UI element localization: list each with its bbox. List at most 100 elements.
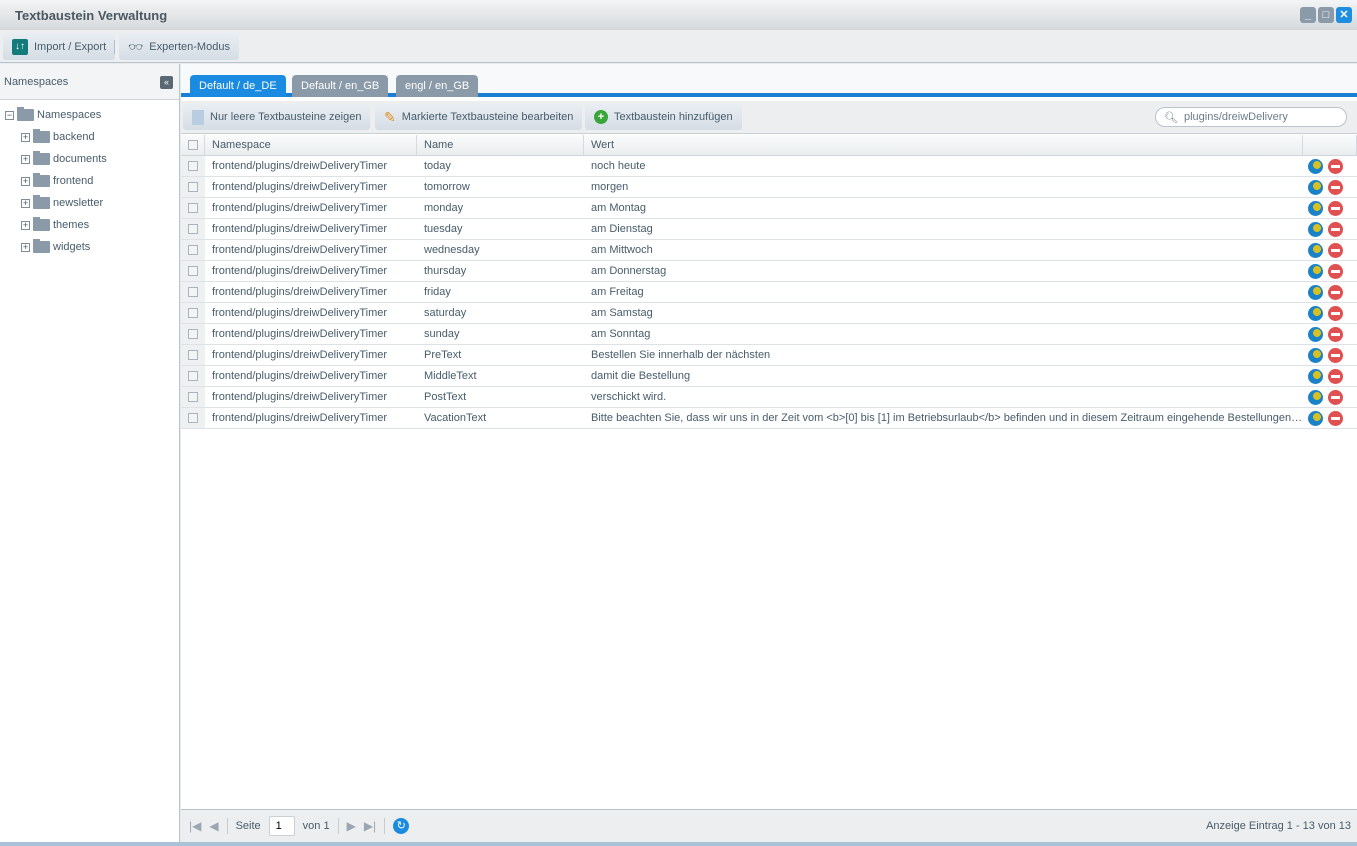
row-checkbox[interactable]	[181, 408, 205, 428]
edit-marked-button[interactable]: ✎ Markierte Textbausteine bearbeiten	[375, 104, 583, 130]
globe-icon[interactable]	[1308, 326, 1323, 342]
delete-icon[interactable]	[1328, 221, 1343, 237]
cell-name: wednesday	[424, 244, 480, 256]
cell-wert: morgen	[591, 181, 629, 193]
row-checkbox[interactable]	[181, 240, 205, 260]
row-checkbox[interactable]	[181, 282, 205, 302]
select-all-checkbox[interactable]	[181, 135, 205, 155]
tree-item-widgets[interactable]: + widgets	[21, 238, 90, 256]
delete-icon[interactable]	[1328, 368, 1343, 384]
tree-item-themes[interactable]: + themes	[21, 216, 89, 234]
delete-icon[interactable]	[1328, 305, 1343, 321]
tree-item-label: backend	[53, 131, 95, 143]
tree-item-newsletter[interactable]: + newsletter	[21, 194, 103, 212]
globe-icon[interactable]	[1308, 242, 1323, 258]
folder-icon	[33, 217, 50, 231]
table-row[interactable]: frontend/plugins/dreiwDeliveryTimer satur…	[181, 303, 1357, 324]
table-row[interactable]: frontend/plugins/dreiwDeliveryTimer PostT…	[181, 387, 1357, 408]
delete-icon[interactable]	[1328, 179, 1343, 195]
globe-icon[interactable]	[1308, 179, 1323, 195]
plus-icon[interactable]: +	[21, 154, 30, 164]
delete-icon[interactable]	[1328, 158, 1343, 174]
row-checkbox[interactable]	[181, 261, 205, 281]
row-checkbox[interactable]	[181, 198, 205, 218]
grid-toolbar: Nur leere Textbausteine zeigen ✎ Markier…	[181, 101, 1357, 134]
row-checkbox[interactable]	[181, 366, 205, 386]
globe-icon[interactable]	[1308, 200, 1323, 216]
delete-icon[interactable]	[1328, 284, 1343, 300]
table-row[interactable]: frontend/plugins/dreiwDeliveryTimer sunda…	[181, 324, 1357, 345]
refresh-icon[interactable]: ↻	[393, 818, 410, 834]
plus-icon[interactable]: +	[21, 220, 30, 230]
tab-default-de-de[interactable]: Default / de_DE	[190, 75, 286, 97]
table-row[interactable]: frontend/plugins/dreiwDeliveryTimer frida…	[181, 282, 1357, 303]
next-page-icon[interactable]: ▶	[347, 819, 356, 833]
globe-icon[interactable]	[1308, 221, 1323, 237]
row-checkbox[interactable]	[181, 324, 205, 344]
row-checkbox[interactable]	[181, 219, 205, 239]
delete-icon[interactable]	[1328, 200, 1343, 216]
globe-icon[interactable]	[1308, 305, 1323, 321]
prev-page-icon[interactable]: ◀	[209, 819, 218, 833]
globe-icon[interactable]	[1308, 347, 1323, 363]
tab-default-en-gb[interactable]: Default / en_GB	[292, 75, 389, 97]
add-textbaustein-button[interactable]: + Textbaustein hinzufügen	[585, 104, 742, 130]
tree-item-frontend[interactable]: + frontend	[21, 172, 93, 190]
plus-icon[interactable]: +	[21, 176, 30, 186]
close-icon[interactable]: ✕	[1336, 7, 1352, 23]
globe-icon[interactable]	[1308, 263, 1323, 279]
table-row[interactable]: frontend/plugins/dreiwDeliveryTimer Middl…	[181, 366, 1357, 387]
cell-namespace: frontend/plugins/dreiwDeliveryTimer	[212, 286, 388, 298]
tree-item-backend[interactable]: + backend	[21, 128, 95, 146]
globe-icon[interactable]	[1308, 368, 1323, 384]
tree-item-documents[interactable]: + documents	[21, 150, 107, 168]
empty-only-button[interactable]: Nur leere Textbausteine zeigen	[183, 104, 371, 130]
row-checkbox[interactable]	[181, 345, 205, 365]
main-toolbar: ↓↑ Import / Export 👓︎ Experten-Modus	[0, 30, 1357, 63]
delete-icon[interactable]	[1328, 347, 1343, 363]
column-namespace[interactable]: Namespace	[205, 135, 417, 155]
expert-mode-button[interactable]: 👓︎ Experten-Modus	[119, 33, 239, 60]
import-export-button[interactable]: ↓↑ Import / Export	[3, 33, 116, 60]
delete-icon[interactable]	[1328, 410, 1343, 426]
table-row[interactable]: frontend/plugins/dreiwDeliveryTimer thurs…	[181, 261, 1357, 282]
plus-icon[interactable]: +	[21, 242, 30, 252]
row-checkbox[interactable]	[181, 387, 205, 407]
table-row[interactable]: frontend/plugins/dreiwDeliveryTimer PreTe…	[181, 345, 1357, 366]
namespace-sidebar: Namespaces « − Namespaces + backend + docum…	[0, 64, 180, 842]
column-wert[interactable]: Wert	[584, 135, 1303, 155]
row-checkbox[interactable]	[181, 177, 205, 197]
delete-icon[interactable]	[1328, 242, 1343, 258]
row-checkbox[interactable]	[181, 156, 205, 176]
table-row[interactable]: frontend/plugins/dreiwDeliveryTimer tuesd…	[181, 219, 1357, 240]
globe-icon[interactable]	[1308, 158, 1323, 174]
page-input[interactable]	[268, 816, 295, 836]
delete-icon[interactable]	[1328, 263, 1343, 279]
collapse-icon[interactable]: «	[160, 76, 173, 89]
globe-icon[interactable]	[1308, 284, 1323, 300]
search-field[interactable]: 🔍︎	[1155, 107, 1347, 127]
minimize-icon[interactable]: _	[1300, 7, 1316, 23]
globe-icon[interactable]	[1308, 389, 1323, 405]
first-page-icon[interactable]: |◀	[189, 819, 201, 833]
table-row[interactable]: frontend/plugins/dreiwDeliveryTimer monda…	[181, 198, 1357, 219]
row-checkbox[interactable]	[181, 303, 205, 323]
tab-engl-en-gb[interactable]: engl / en_GB	[396, 75, 479, 97]
tree-root[interactable]: − Namespaces	[5, 106, 101, 124]
table-row[interactable]: frontend/plugins/dreiwDeliveryTimer tomor…	[181, 177, 1357, 198]
tree-root-label: Namespaces	[37, 109, 102, 121]
table-row[interactable]: frontend/plugins/dreiwDeliveryTimer Vacat…	[181, 408, 1357, 429]
maximize-icon[interactable]: □	[1318, 7, 1334, 23]
delete-icon[interactable]	[1328, 326, 1343, 342]
search-input[interactable]	[1183, 111, 1334, 123]
cell-wert: am Mittwoch	[591, 244, 653, 256]
delete-icon[interactable]	[1328, 389, 1343, 405]
plus-icon[interactable]: +	[21, 132, 30, 142]
column-name[interactable]: Name	[417, 135, 584, 155]
minus-icon[interactable]: −	[5, 110, 14, 120]
globe-icon[interactable]	[1308, 410, 1323, 426]
table-row[interactable]: frontend/plugins/dreiwDeliveryTimer today…	[181, 156, 1357, 177]
last-page-icon[interactable]: ▶|	[364, 819, 376, 833]
plus-icon[interactable]: +	[21, 198, 30, 208]
table-row[interactable]: frontend/plugins/dreiwDeliveryTimer wedne…	[181, 240, 1357, 261]
